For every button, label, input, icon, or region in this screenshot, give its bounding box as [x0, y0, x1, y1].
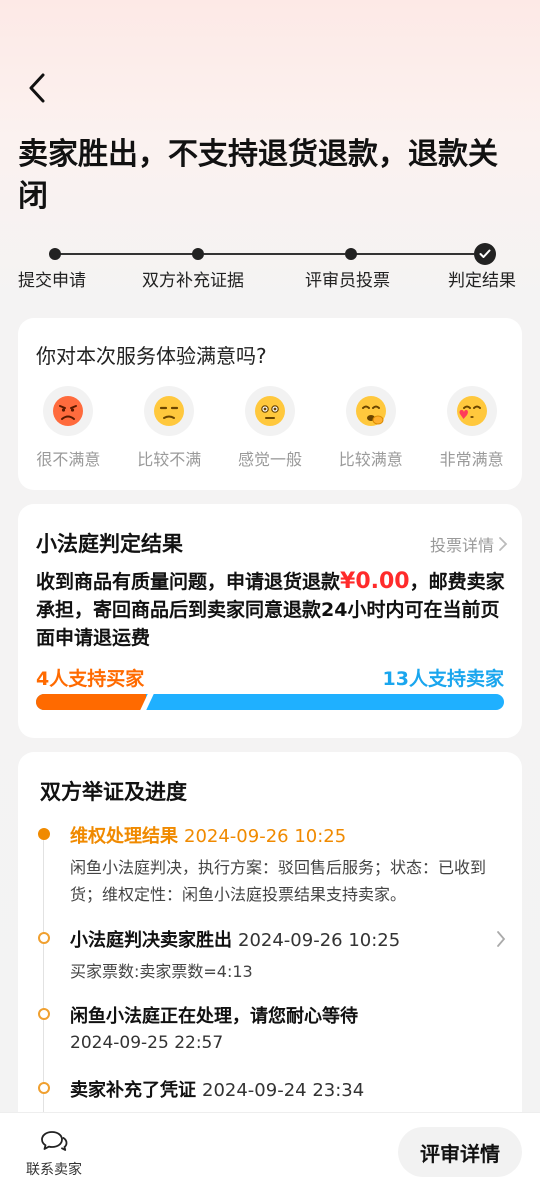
- satisfaction-card: 你对本次服务体验满意吗? 很不满意 比较不满 感觉一般 比较满意 非常满意: [18, 318, 522, 490]
- step-connector: [204, 253, 345, 255]
- back-button[interactable]: [20, 68, 54, 108]
- contact-seller-button[interactable]: 联系卖家: [22, 1129, 86, 1179]
- page-title: 卖家胜出，不支持退货退款，退款关闭: [18, 137, 498, 214]
- heart-kiss-face-icon: [456, 396, 487, 426]
- check-icon: [474, 243, 496, 265]
- contact-seller-label: 联系卖家: [26, 1162, 82, 1178]
- verdict-title: 小法庭判定结果: [36, 532, 183, 556]
- step-dot: [49, 248, 61, 260]
- timeline-dot: [38, 1008, 50, 1020]
- progress-steps: 提交申请 双方补充证据 评审员投票 判定结果: [0, 240, 540, 292]
- angry-face-icon: [53, 396, 84, 426]
- rating-label: 很不满意: [36, 450, 101, 469]
- chat-bubble-icon: [41, 1131, 68, 1151]
- buyer-vote-fill: [36, 694, 146, 710]
- timeline-dot: [38, 932, 50, 944]
- evidence-title: 双方举证及进度: [40, 780, 187, 804]
- timeline-title: 小法庭判决卖家胜出: [70, 930, 232, 951]
- unamused-face-icon: [154, 396, 185, 426]
- step-dot: [192, 248, 204, 260]
- rating-label: 比较满意: [338, 450, 403, 469]
- vote-ratio-bar: [36, 694, 504, 710]
- survey-question: 你对本次服务体验满意吗?: [36, 344, 267, 368]
- timeline-time: 2024-09-26 10:25: [184, 826, 347, 847]
- timeline-heading: 卖家补充了凭证 2024-09-24 23:34: [70, 1076, 364, 1102]
- rating-dissatisfied[interactable]: 比较不满: [119, 386, 220, 470]
- timeline-dot: [38, 1082, 50, 1094]
- rating-options: 很不满意 比较不满 感觉一般 比较满意 非常满意: [18, 386, 522, 470]
- bottom-action-bar: 联系卖家 评审详情: [0, 1112, 540, 1192]
- step-connector: [60, 253, 194, 255]
- verdict-card: 小法庭判定结果 投票详情 收到商品有质量问题，申请退货退款¥0.00，邮费卖家承…: [18, 504, 522, 738]
- rating-satisfied[interactable]: 比较满意: [320, 386, 421, 470]
- verdict-text-before: 收到商品有质量问题，申请退货退款: [36, 571, 341, 593]
- chevron-left-icon: [29, 73, 45, 103]
- step-connector: [356, 253, 474, 255]
- step-label: 评审员投票: [305, 271, 390, 291]
- rating-label: 比较不满: [137, 450, 202, 469]
- timeline-detail: 闲鱼小法庭判决，执行方案：驳回售后服务；状态：已收到货；维权定性：闲鱼小法庭投票…: [70, 858, 487, 904]
- neutral-face-icon: [254, 396, 285, 426]
- refund-amount: ¥0.00: [340, 569, 410, 594]
- smiling-hand-face-icon: [355, 396, 386, 426]
- chevron-right-icon: [499, 537, 508, 551]
- rating-neutral[interactable]: 感觉一般: [220, 386, 321, 470]
- timeline-time: 2024-09-26 10:25: [238, 930, 401, 951]
- rating-very-satisfied[interactable]: 非常满意: [421, 386, 522, 470]
- timeline-heading: 维权处理结果 2024-09-26 10:25: [70, 822, 346, 848]
- verdict-description: 收到商品有质量问题，申请退货退款¥0.00，邮费卖家承担，寄回商品后到卖家同意退…: [36, 568, 506, 652]
- timeline-heading: 闲鱼小法庭正在处理，请您耐心等待: [70, 1002, 358, 1028]
- timeline-detail: 2024-09-25 22:57: [70, 1033, 224, 1053]
- buyer-votes-label: 4人支持买家: [36, 668, 145, 690]
- step-dot: [345, 248, 357, 260]
- step-label: 提交申请: [18, 271, 86, 291]
- step-label: 判定结果: [448, 271, 516, 291]
- timeline-title: 闲鱼小法庭正在处理，请您耐心等待: [70, 1006, 358, 1027]
- vote-details-link[interactable]: 投票详情: [430, 532, 508, 556]
- rating-label: 感觉一般: [237, 450, 302, 469]
- step-label: 双方补充证据: [142, 271, 244, 291]
- timeline-time: 2024-09-24 23:34: [202, 1080, 365, 1101]
- vote-details-label: 投票详情: [429, 536, 494, 555]
- chevron-right-icon[interactable]: [496, 930, 506, 948]
- rating-very-dissatisfied[interactable]: 很不满意: [18, 386, 119, 470]
- seller-votes-label: 13人支持卖家: [382, 668, 504, 690]
- timeline-heading: 小法庭判决卖家胜出 2024-09-26 10:25: [70, 926, 400, 952]
- review-details-button[interactable]: 评审详情: [398, 1127, 522, 1177]
- timeline-title: 维权处理结果: [70, 826, 178, 847]
- timeline-detail: 买家票数:卖家票数=4:13: [70, 962, 253, 981]
- timeline-title: 卖家补充了凭证: [70, 1080, 196, 1101]
- rating-label: 非常满意: [439, 450, 504, 469]
- timeline-dot: [38, 828, 50, 840]
